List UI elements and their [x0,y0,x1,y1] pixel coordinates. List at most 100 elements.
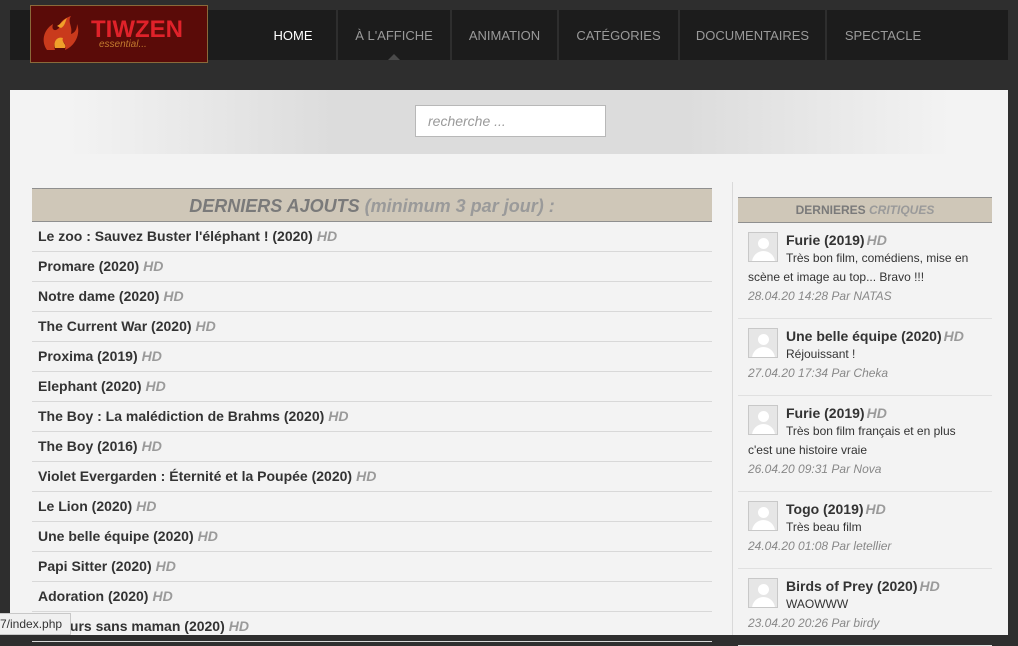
review-item: Furie (2019) HD Très bon film français et … [738,396,992,492]
review-item: Une belle équipe (2020) HD Réjouissant ! 27… [738,319,992,396]
movie-row[interactable]: Adoration (2020) HD [32,582,712,612]
movie-title: The Boy (2016) [38,438,138,454]
review-movie-link[interactable]: Une belle équipe (2020) HD [748,327,982,345]
movie-row[interactable]: The Current War (2020) HD [32,312,712,342]
hd-badge: HD [943,328,964,344]
movie-title: Le Lion (2020) [38,498,133,514]
latest-heading-sub: (minimum 3 par jour) : [364,196,555,216]
review-movie-title: Birds of Prey (2020) [786,578,918,594]
flame-logo-icon [43,16,79,50]
review-movie-link[interactable]: Togo (2019) HD [748,500,982,518]
hd-badge: HD [316,228,338,244]
movie-title: Proxima (2019) [38,348,138,364]
hd-badge: HD [163,288,184,304]
site-logo[interactable]: TIWZEN essential... [30,5,208,63]
movie-title: Papi Sitter (2020) [38,558,152,574]
review-meta: 26.04.20 09:31 Par Nova [748,462,882,476]
movie-title: The Boy : La malédiction de Brahms (2020… [38,408,325,424]
latest-additions-heading: DERNIERS AJOUTS (minimum 3 par jour) : [32,188,712,222]
movie-row[interactable]: Le Lion (2020) HD [32,492,712,522]
movie-row[interactable]: 40 jours sans maman (2020) HD [32,612,712,642]
nav-a-l-affiche[interactable]: À L'AFFICHE [338,10,452,60]
hd-badge: HD [356,468,377,484]
movie-row[interactable]: Papi Sitter (2020) HD [32,552,712,582]
movie-title: The Current War (2020) [38,318,192,334]
review-movie-title: Togo (2019) [786,501,864,517]
nav-a-l-affiche-label: À L'AFFICHE [355,27,433,43]
status-bar-url: 7/index.php [0,613,72,635]
reviews-heading-main: DERNIERES [795,203,866,217]
column-divider [732,182,733,635]
movie-row[interactable]: Violet Evergarden : Éternité et la Poupé… [32,462,712,492]
movie-row[interactable]: Une belle équipe (2020) HD [32,522,712,552]
movie-row[interactable]: Promare (2020) HD [32,252,712,282]
review-meta: 27.04.20 17:34 Par Cheka [748,366,889,380]
review-movie-title: Une belle équipe (2020) [786,328,942,344]
movie-title: Elephant (2020) [38,378,142,394]
review-movie-title: Furie (2019) [786,405,865,421]
hd-badge: HD [866,232,887,248]
review-text: Très beau film [786,520,862,534]
hd-badge: HD [141,348,162,364]
nav-animation[interactable]: ANIMATION [452,10,559,60]
movie-row[interactable]: The Boy : La malédiction de Brahms (2020… [32,402,712,432]
search-input[interactable] [415,105,606,137]
movie-row[interactable]: Proxima (2019) HD [32,342,712,372]
movie-title: Adoration (2020) [38,588,149,604]
latest-additions: DERNIERS AJOUTS (minimum 3 par jour) : L… [32,188,712,642]
hd-badge: HD [155,558,176,574]
latest-list: Le zoo : Sauvez Buster l'éléphant ! (202… [32,222,712,642]
nav-categories[interactable]: CATÉGORIES [559,10,680,60]
latest-heading-main: DERNIERS AJOUTS [189,196,360,216]
movie-title: Notre dame (2020) [38,288,160,304]
hd-badge: HD [919,578,940,594]
reviews-list: Furie (2019) HD Très bon film, comédiens, … [738,223,992,646]
review-text: Très bon film français et en plus c'est … [748,424,956,457]
avatar [748,501,778,531]
main-panel: DERNIERS AJOUTS (minimum 3 par jour) : L… [10,90,1008,646]
movie-title: Le zoo : Sauvez Buster l'éléphant ! (202… [38,228,313,244]
review-movie-link[interactable]: Birds of Prey (2020) HD [748,577,982,595]
active-caret-icon [388,54,400,60]
review-item: Birds of Prey (2020) HD WAOWWW 23.04.20 20:… [738,569,992,646]
hd-badge: HD [141,438,162,454]
movie-row[interactable]: The Boy (2016) HD [32,432,712,462]
review-item: Togo (2019) HD Très beau film 24.04.20 01:0… [738,492,992,569]
hd-badge: HD [145,378,166,394]
hd-badge: HD [197,528,218,544]
hd-badge: HD [328,408,349,424]
movie-row[interactable]: Le zoo : Sauvez Buster l'éléphant ! (202… [32,222,712,252]
hd-badge: HD [136,498,157,514]
review-item: Furie (2019) HD Très bon film, comédiens, … [738,223,992,319]
hd-badge: HD [228,618,249,634]
review-meta: 23.04.20 20:26 Par birdy [748,616,880,630]
avatar [748,328,778,358]
brand-subtitle: essential... [99,39,147,50]
hd-badge: HD [866,405,887,421]
latest-reviews: DERNIERES CRITIQUES Furie (2019) HD Très b… [738,197,992,646]
nav-documentaires[interactable]: DOCUMENTAIRES [680,10,827,60]
review-movie-link[interactable]: Furie (2019) HD [748,231,982,249]
review-movie-link[interactable]: Furie (2019) HD [748,404,982,422]
avatar [748,232,778,262]
nav-home[interactable]: HOME [250,10,338,60]
review-movie-title: Furie (2019) [786,232,865,248]
review-meta: 28.04.20 14:28 Par NATAS [748,289,892,303]
nav-spectacle[interactable]: SPECTACLE [827,10,939,60]
movie-row[interactable]: Notre dame (2020) HD [32,282,712,312]
hd-badge: HD [195,318,216,334]
hd-badge: HD [152,588,173,604]
top-navbar: TIWZEN essential... HOME À L'AFFICHE ANI… [10,5,1008,63]
review-meta: 24.04.20 01:08 Par letellier [748,539,892,553]
reviews-heading-sub: CRITIQUES [869,203,935,217]
main-nav: HOME À L'AFFICHE ANIMATION CATÉGORIES DO… [250,10,939,60]
movie-row[interactable]: Elephant (2020) HD [32,372,712,402]
review-text: Très bon film, comédiens, mise en scène … [748,251,969,284]
movie-title: Une belle équipe (2020) [38,528,194,544]
movie-title: Promare (2020) [38,258,140,274]
reviews-heading: DERNIERES CRITIQUES [738,197,992,223]
avatar [748,578,778,608]
hd-badge: HD [865,501,886,517]
review-text: Réjouissant ! [786,347,856,361]
avatar [748,405,778,435]
